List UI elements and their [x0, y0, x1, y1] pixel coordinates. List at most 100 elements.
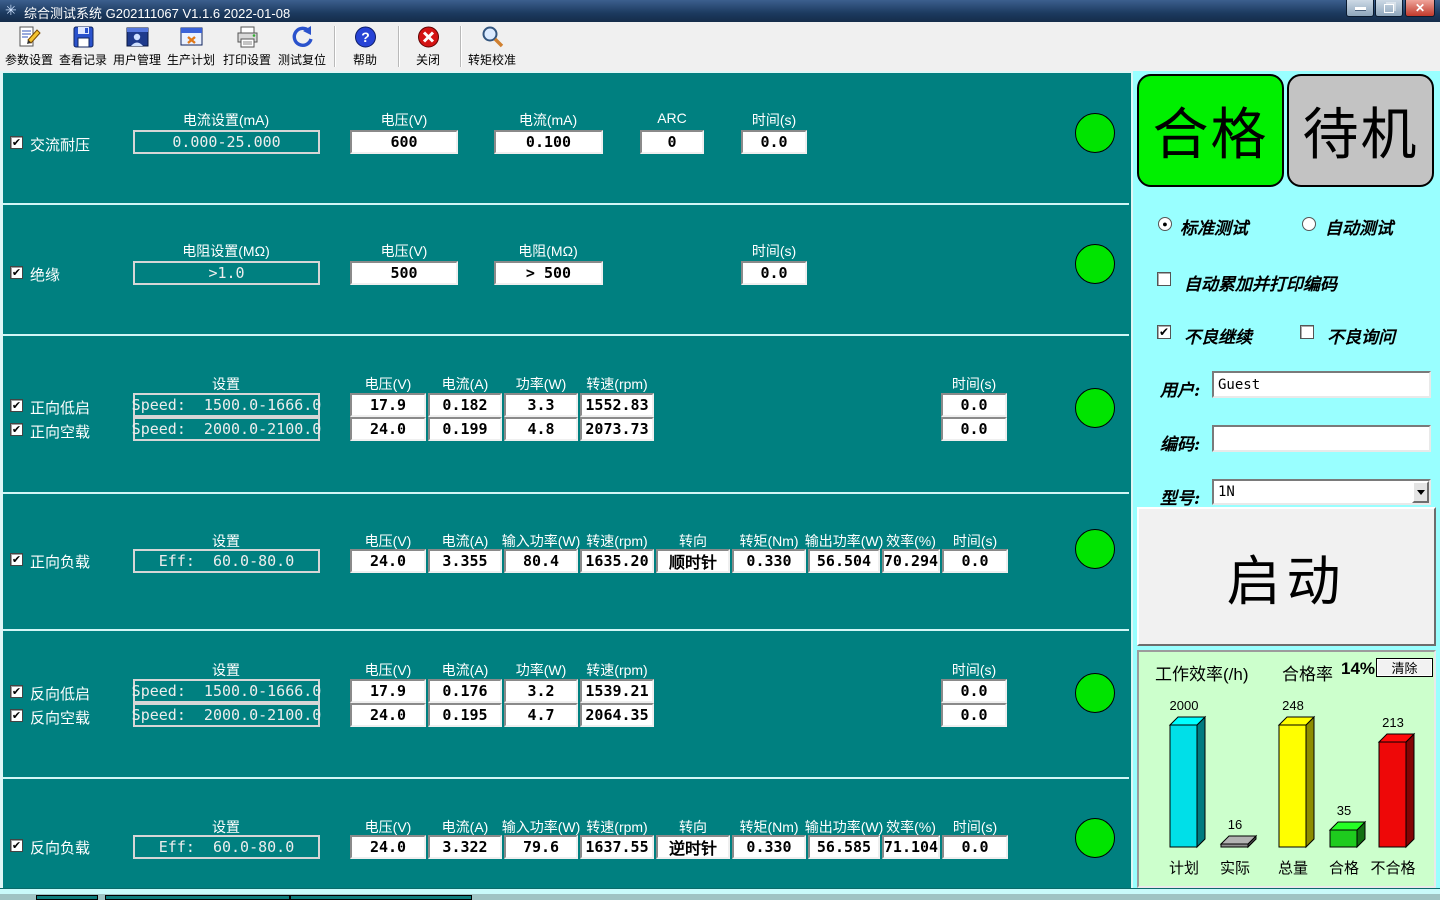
rev-load-checkbox[interactable]: ✔: [10, 839, 23, 852]
toolbar-help-button[interactable]: ? 帮助: [338, 24, 392, 69]
toolbar-print-button[interactable]: 打印设置: [220, 24, 274, 69]
start-button[interactable]: 启动: [1137, 507, 1436, 646]
fwd-noload-checkbox[interactable]: ✔: [10, 423, 23, 436]
time-header: 时间(s): [752, 241, 796, 261]
toolbar-label: 测试复位: [278, 51, 326, 68]
fail-ask-checkbox[interactable]: [1300, 325, 1314, 339]
rev-lowstart-indicator: [1075, 673, 1115, 713]
ac-withstand-checkbox[interactable]: ✔: [10, 136, 23, 149]
speed-setting-box: Speed: 2000.0-2100.0: [133, 417, 320, 441]
bar-label: 总量: [1265, 857, 1321, 878]
toolbar-params-button[interactable]: 参数设置: [2, 24, 56, 69]
standby-status-box: 待机: [1287, 74, 1434, 187]
fwd-lowstart-label: 正向低启: [30, 397, 90, 418]
current-header: 电流(mA): [519, 110, 577, 130]
voltage-header: 电压(V): [381, 110, 428, 130]
floppy-disk-icon: [70, 24, 97, 51]
toolbar-separator: [398, 26, 399, 67]
direction-value: 逆时针: [656, 835, 730, 859]
taskbar-segment: [290, 895, 472, 900]
speed-setting-box: Speed: 2000.0-2100.0: [133, 703, 320, 727]
voltage-value: 600: [350, 130, 458, 154]
close-red-icon: [415, 24, 442, 51]
voltage-value: 24.0: [350, 549, 426, 573]
speed-setting-box: Speed: 1500.0-1666.0: [133, 393, 320, 417]
bar-value: 16: [1209, 817, 1261, 832]
chart-bar: [1278, 716, 1315, 848]
time-value: 0.0: [941, 703, 1007, 727]
toolbar-separator: [334, 26, 335, 67]
fwd-noload-label: 正向空载: [30, 421, 90, 442]
taskbar-segment: [105, 895, 290, 900]
toolbar-label: 查看记录: [59, 51, 107, 68]
title-bar: ✳ 综合测试系统 G202111067 V1.1.6 2022-01-08 ✕: [0, 0, 1440, 22]
model-dropdown-button[interactable]: [1412, 481, 1429, 503]
toolbar-records-button[interactable]: 查看记录: [56, 24, 110, 69]
close-button[interactable]: ✕: [1405, 0, 1435, 17]
time-value: 0.0: [942, 835, 1008, 859]
section-separator: [3, 777, 1129, 779]
result-status-box: 合格: [1137, 74, 1284, 187]
toolbar-close-button[interactable]: 关闭: [401, 24, 455, 69]
toolbar-users-button[interactable]: 用户管理: [110, 24, 164, 69]
time-value: 0.0: [941, 679, 1007, 703]
auto-test-radio[interactable]: [1302, 217, 1316, 231]
standard-test-radio[interactable]: ●: [1158, 217, 1172, 231]
bar-value: 35: [1318, 803, 1370, 818]
toolbar-label: 参数设置: [5, 51, 53, 68]
current-value: 3.322: [428, 835, 502, 859]
torque-header: 转矩(Nm): [739, 531, 798, 551]
setting-header: 设置: [212, 531, 240, 551]
code-label: 编码:: [1160, 430, 1200, 455]
speed-value: 2073.73: [580, 417, 654, 441]
setting-header: 设置: [212, 817, 240, 837]
speed-setting-box: Speed: 1500.0-1666.0: [133, 679, 320, 703]
bar-label: 计划: [1156, 857, 1212, 878]
resistance-setting-box: >1.0: [133, 261, 320, 285]
rev-noload-checkbox[interactable]: ✔: [10, 709, 23, 722]
auto-accumulate-print-checkbox[interactable]: [1157, 272, 1171, 286]
fail-continue-checkbox[interactable]: ✔: [1157, 325, 1171, 339]
toolbar-plan-button[interactable]: 生产计划: [164, 24, 218, 69]
model-combobox[interactable]: 1N: [1212, 479, 1431, 505]
speed-header: 转速(rpm): [586, 374, 647, 394]
auto-accumulate-print-label: 自动累加并打印编码: [1184, 270, 1337, 295]
voltage-value: 24.0: [350, 703, 426, 727]
fwd-load-checkbox[interactable]: ✔: [10, 553, 23, 566]
insulation-checkbox[interactable]: ✔: [10, 266, 23, 279]
restore-icon: [1384, 4, 1394, 13]
voltage-header: 电压(V): [365, 660, 412, 680]
efficiency-header: 效率(%): [886, 817, 936, 837]
voltage-value: 17.9: [350, 393, 426, 417]
efficiency-value: 71.104: [882, 835, 940, 859]
current-value: 0.100: [494, 130, 603, 154]
fwd-load-label: 正向负载: [30, 551, 90, 572]
chart-bar: [1378, 733, 1415, 848]
time-header: 时间(s): [953, 531, 997, 551]
fwd-load-indicator: [1075, 529, 1115, 569]
current-header: 电流(A): [442, 817, 489, 837]
code-input[interactable]: [1212, 425, 1431, 452]
minimize-button[interactable]: [1346, 0, 1374, 17]
restore-button[interactable]: [1375, 0, 1403, 17]
user-input[interactable]: [1212, 371, 1431, 398]
rev-lowstart-checkbox[interactable]: ✔: [10, 685, 23, 698]
fwd-lowstart-checkbox[interactable]: ✔: [10, 399, 23, 412]
window-tool-icon: [178, 24, 205, 51]
current-header: 电流(A): [442, 531, 489, 551]
printer-icon: [234, 24, 261, 51]
current-header: 电流(A): [442, 374, 489, 394]
insulation-label: 绝缘: [30, 264, 60, 285]
time-value: 0.0: [741, 261, 807, 285]
setting-header: 设置: [212, 660, 240, 680]
speed-header: 转速(rpm): [586, 660, 647, 680]
toolbar-reset-button[interactable]: 测试复位: [275, 24, 329, 69]
undo-arrow-icon: [289, 24, 316, 51]
current-header: 电流(A): [442, 660, 489, 680]
toolbar-label: 转矩校准: [468, 51, 516, 68]
toolbar-calibrate-button[interactable]: 转矩校准: [462, 24, 522, 69]
rev-load-label: 反向负载: [30, 837, 90, 858]
torque-value: 0.330: [732, 835, 806, 859]
bar-value: 2000: [1158, 698, 1210, 713]
time-header: 时间(s): [752, 110, 796, 130]
